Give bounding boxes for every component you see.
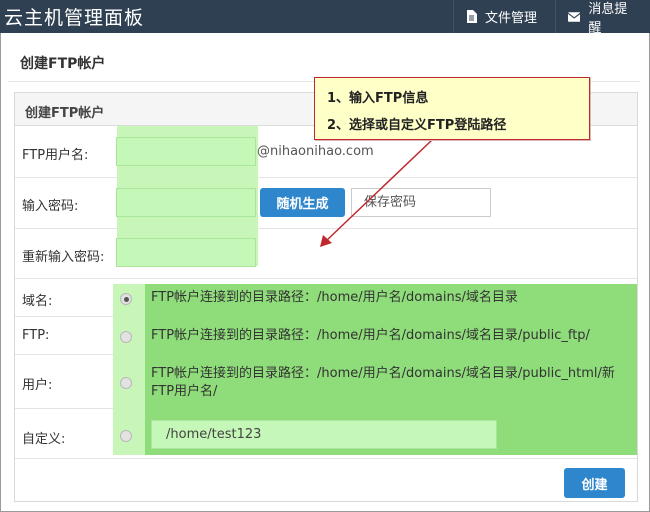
confirm-password-label: 重新输入密码:	[22, 250, 105, 265]
envelope-icon	[568, 11, 581, 22]
app-title: 云主机管理面板	[4, 7, 145, 29]
radio-custom[interactable]	[120, 430, 132, 442]
annotation-step-2: 2、选择或自定义FTP登陆路径	[327, 118, 507, 133]
radio-user[interactable]	[120, 377, 132, 389]
option-custom-label: 自定义:	[22, 432, 66, 447]
row-divider	[15, 278, 637, 279]
saved-password-field[interactable]: 保存密码	[351, 188, 491, 217]
card-title: 创建FTP帐户	[25, 106, 105, 121]
nav-file-manager-label: 文件管理	[485, 11, 538, 26]
password-label: 输入密码:	[22, 199, 79, 214]
ftp-username-label: FTP用户名:	[22, 148, 89, 163]
confirm-password-input[interactable]	[116, 238, 256, 267]
create-button[interactable]: 创建	[564, 468, 625, 498]
nav-messages-label: 消息提醒	[588, 1, 628, 36]
page-title: 创建FTP帐户	[20, 56, 106, 72]
ftp-username-input[interactable]	[116, 137, 256, 166]
option-domain-label: 域名:	[22, 294, 53, 309]
radio-domain[interactable]	[120, 293, 132, 305]
option-user-label: 用户:	[22, 378, 53, 393]
radio-ftp[interactable]	[120, 331, 132, 343]
option-ftp-label: FTP:	[22, 328, 50, 343]
document-icon	[467, 10, 477, 23]
custom-path-input[interactable]: /home/test123	[151, 420, 497, 449]
random-generate-button[interactable]: 随机生成	[260, 188, 345, 217]
option-ftp-path: FTP帐户连接到的目录路径：/home/用户名/domains/域名目录/pub…	[151, 328, 590, 343]
nav-file-manager[interactable]: 文件管理	[453, 0, 551, 33]
domain-suffix: @nihaonihao.com	[257, 144, 374, 159]
option-user-path: FTP帐户连接到的目录路径：/home/用户名/domains/域名目录/pub…	[151, 366, 615, 399]
nav-messages[interactable]: 消息提醒	[555, 0, 650, 36]
annotation-callout: 1、输入FTP信息 2、选择或自定义FTP登陆路径	[314, 77, 590, 140]
row-divider	[15, 228, 637, 229]
row-divider	[15, 177, 637, 178]
password-input[interactable]	[116, 188, 256, 217]
radio-column-highlight	[113, 284, 145, 455]
row-divider	[15, 458, 637, 459]
annotation-step-1: 1、输入FTP信息	[327, 91, 429, 106]
top-navbar: 云主机管理面板 文件管理 消息提醒	[0, 0, 650, 36]
option-domain-path: FTP帐户连接到的目录路径：/home/用户名/domains/域名目录	[151, 290, 518, 305]
